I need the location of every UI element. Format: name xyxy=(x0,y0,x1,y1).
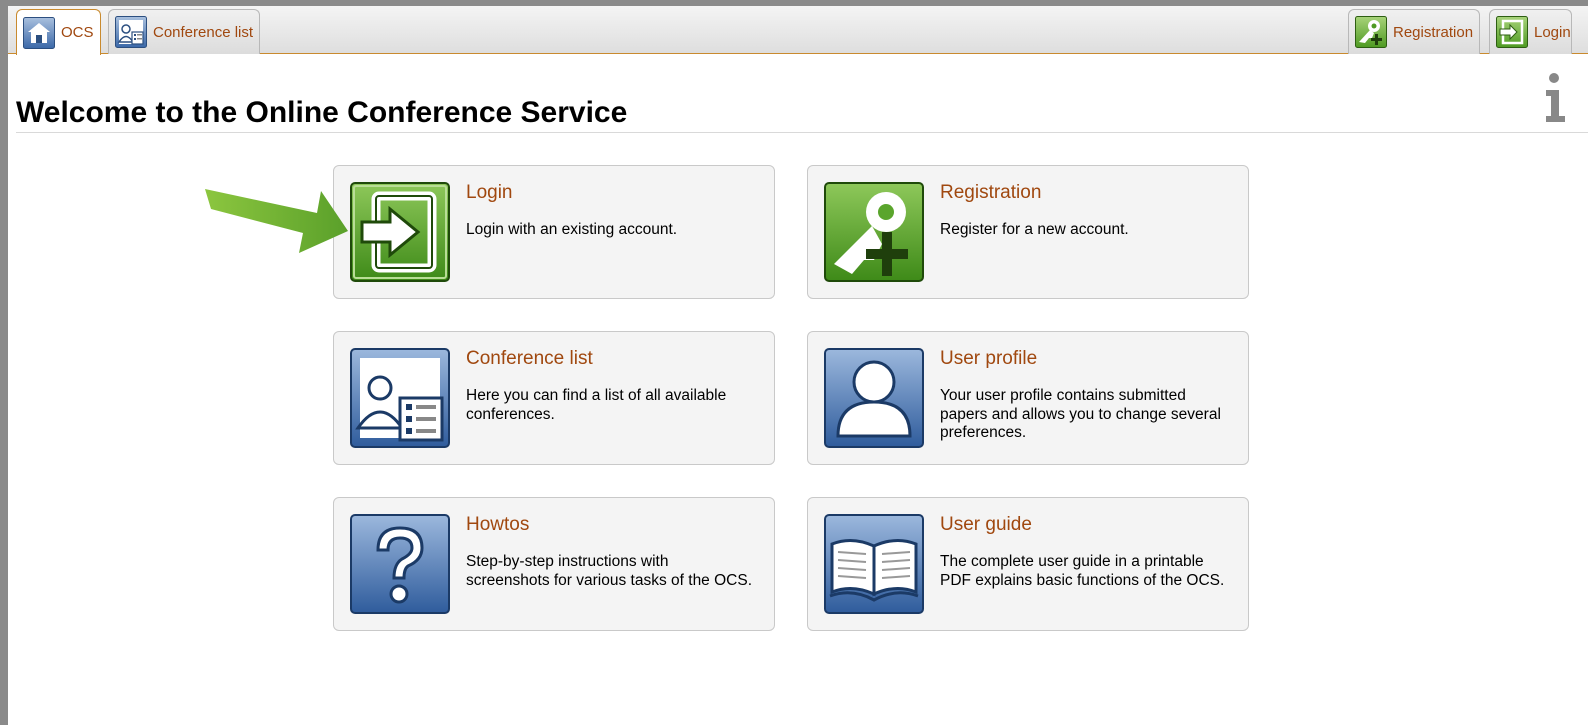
page-title: Welcome to the Online Conference Service xyxy=(16,96,628,129)
info-icon[interactable] xyxy=(1544,68,1568,124)
tab-bar: OCS Conference list Registration Login xyxy=(8,6,1588,55)
login-card[interactable]: Login Login with an existing account. xyxy=(333,165,775,299)
user-profile-card-description: Your user profile contains submitted pap… xyxy=(940,387,1221,441)
tab-ocs[interactable]: OCS xyxy=(16,9,101,55)
tab-registration-label: Registration xyxy=(1393,23,1474,41)
registration-card-title[interactable]: Registration xyxy=(940,182,1041,204)
tab-login-label: Login xyxy=(1534,23,1571,41)
user-guide-card[interactable]: User guide The complete user guide in a … xyxy=(807,497,1249,631)
page: OCS Conference list Registration Login W… xyxy=(8,6,1588,725)
login-card-title[interactable]: Login xyxy=(466,182,513,204)
howtos-card-description: Step-by-step instructions with screensho… xyxy=(466,553,753,589)
book-icon xyxy=(824,514,924,614)
conference-list-card[interactable]: Conference list Here you can find a list… xyxy=(333,331,775,465)
user-profile-icon xyxy=(824,348,924,448)
tab-login[interactable]: Login xyxy=(1489,9,1572,54)
title-divider xyxy=(16,132,1588,133)
registration-icon xyxy=(824,182,924,282)
registration-card[interactable]: Registration Register for a new account. xyxy=(807,165,1249,299)
user-guide-card-title[interactable]: User guide xyxy=(940,514,1032,536)
login-icon xyxy=(1496,16,1528,48)
user-guide-card-description: The complete user guide in a printable P… xyxy=(940,553,1225,589)
howtos-card[interactable]: Howtos Step-by-step instructions with sc… xyxy=(333,497,775,631)
tab-conference-list[interactable]: Conference list xyxy=(108,9,261,54)
user-profile-card-title[interactable]: User profile xyxy=(940,348,1037,370)
help-icon xyxy=(350,514,450,614)
tab-ocs-label: OCS xyxy=(61,24,94,41)
registration-icon xyxy=(1355,16,1387,48)
conference-list-icon xyxy=(115,16,147,48)
login-card-description: Login with an existing account. xyxy=(466,221,678,238)
tab-conference-list-label: Conference list xyxy=(153,23,254,41)
tab-registration[interactable]: Registration xyxy=(1348,9,1481,54)
registration-card-description: Register for a new account. xyxy=(940,221,1129,238)
conference-list-icon xyxy=(350,348,450,448)
conference-list-card-title[interactable]: Conference list xyxy=(466,348,593,370)
howtos-card-title[interactable]: Howtos xyxy=(466,514,529,536)
user-profile-card[interactable]: User profile Your user profile contains … xyxy=(807,331,1249,465)
highlight-arrow-icon xyxy=(205,189,348,253)
login-icon xyxy=(350,182,450,282)
home-icon xyxy=(23,16,55,49)
conference-list-card-description: Here you can find a list of all availabl… xyxy=(466,387,727,423)
